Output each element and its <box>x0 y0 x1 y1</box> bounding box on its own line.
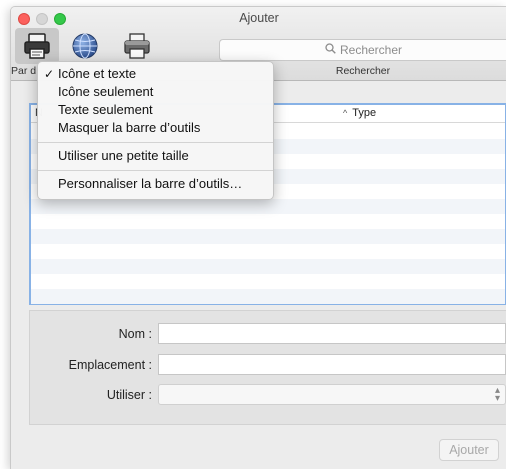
window-title: Ajouter <box>239 11 279 25</box>
toolbar-windows-button[interactable] <box>115 28 159 64</box>
location-field[interactable] <box>158 354 506 375</box>
name-field[interactable] <box>158 323 506 344</box>
toolbar-default-button[interactable] <box>15 28 59 64</box>
table-row <box>31 229 505 244</box>
menu-item-customize-toolbar[interactable]: Personnaliser la barre d’outils… <box>38 175 273 193</box>
menu-item-icon-and-text[interactable]: ✓ Icône et texte <box>38 65 273 83</box>
name-label: Nom : <box>118 327 152 341</box>
toolbar-default-label: Par d <box>11 65 37 77</box>
table-row <box>31 244 505 259</box>
table-row <box>31 274 505 289</box>
search-input[interactable]: Rechercher <box>219 39 506 61</box>
toolbar-context-menu: ✓ Icône et texte Icône seulement Texte s… <box>37 61 274 200</box>
updown-arrows-icon: ▴ ▾ <box>494 385 500 404</box>
menu-item-hide-toolbar[interactable]: Masquer la barre d’outils <box>38 119 273 137</box>
use-row: Utiliser : ▴ ▾ <box>30 384 506 406</box>
add-button[interactable]: Ajouter <box>439 439 499 461</box>
search-icon <box>325 43 336 57</box>
location-row: Emplacement : <box>30 354 506 376</box>
menu-divider <box>38 170 273 171</box>
windows-printer-icon <box>122 31 152 61</box>
menu-item-label: Icône et texte <box>58 66 137 81</box>
use-select[interactable]: ▴ ▾ <box>158 384 506 405</box>
network-globe-icon <box>70 31 100 61</box>
search-placeholder: Rechercher <box>339 43 403 57</box>
name-row: Nom : <box>30 323 506 345</box>
checkmark-icon: ✓ <box>44 67 55 81</box>
printer-details-form: Nom : Emplacement : Utiliser : ▴ ▾ <box>29 310 506 425</box>
menu-item-small-size[interactable]: Utiliser une petite taille <box>38 147 273 165</box>
table-row <box>31 259 505 274</box>
table-row <box>31 199 505 214</box>
menu-divider <box>38 142 273 143</box>
sort-ascending-icon: ^ <box>343 108 348 118</box>
use-label: Utiliser : <box>106 388 152 402</box>
location-label: Emplacement : <box>68 358 152 372</box>
toolbar-ip-button[interactable] <box>63 28 107 64</box>
table-row <box>31 214 505 229</box>
menu-item-text-only[interactable]: Texte seulement <box>38 101 273 119</box>
column-type-header[interactable]: ^ Type <box>343 107 376 119</box>
menu-item-icon-only[interactable]: Icône seulement <box>38 83 273 101</box>
column-type-label: Type <box>352 107 377 119</box>
default-printer-icon <box>22 31 52 61</box>
table-row <box>31 289 505 304</box>
